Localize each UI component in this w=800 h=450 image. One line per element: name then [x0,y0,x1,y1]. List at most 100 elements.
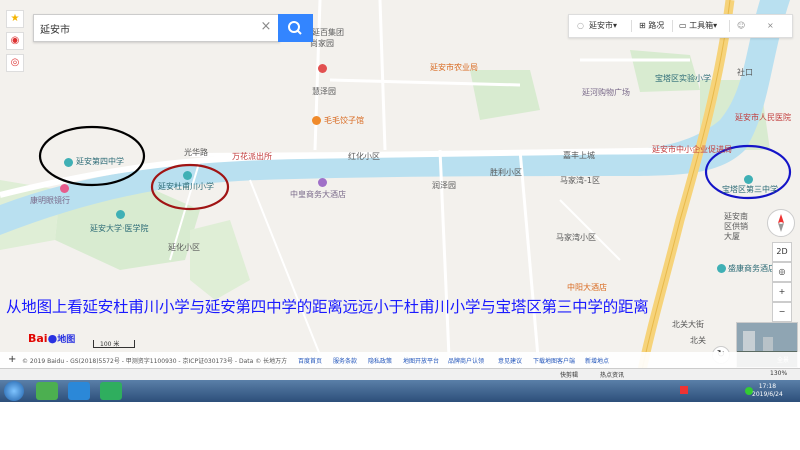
chevron-down-icon: ▾ [713,21,718,30]
city-selector[interactable]: 延安市▾ [589,15,617,37]
map-pin-icon[interactable] [318,64,327,73]
clear-icon[interactable]: × [258,19,274,35]
label-kangming[interactable]: 康明眼镜行 [30,196,70,206]
traffic-button[interactable]: ⊞ 路况 [639,15,664,37]
label-shengda[interactable]: 盛康商务酒店 [728,264,776,274]
search-button[interactable] [278,14,313,42]
label-shezi[interactable]: 社口 [737,68,753,78]
label-wanhua[interactable]: 万花派出所 [232,152,272,162]
toolbox-button[interactable]: ▭ 工具箱▾ [679,15,717,37]
annotation-text: 从地图上看延安杜甫川小学与延安第四中学的距离远远小于杜甫川小学与宝塔区第三中学的… [6,298,649,316]
label-jiachun[interactable]: 嘉丰上城 [563,151,595,161]
taskbar-clock[interactable]: 17:18 2019/6/24 [752,383,783,399]
link-add-place[interactable]: 新增地点 [585,356,609,365]
map-footer: + © 2019 Baidu - GS(2018)5572号 - 甲测资字110… [0,352,800,368]
expand-icon[interactable]: + [8,354,16,365]
location-icon[interactable]: ◎ [6,54,24,72]
link-feedback[interactable]: 意见建议 [498,356,522,365]
logo-text: Bai [28,332,48,345]
label-dufu-school[interactable]: 延安杜甫川小学 [158,182,214,192]
label-beiguan: 北关大街 [672,320,704,329]
label-people-hospital[interactable]: 延安市人民医院 [735,113,791,123]
label-maomao[interactable]: 毛毛饺子馆 [324,116,364,126]
2d-toggle-button[interactable]: 2D [772,242,792,262]
label-majiawan[interactable]: 马家湾小区 [556,233,596,243]
link-download[interactable]: 下载地图客户端 [533,356,575,365]
label-majiawan1[interactable]: 马家湾-1区 [560,176,600,186]
app-word-icon[interactable] [68,382,90,400]
link-home[interactable]: 百度首页 [298,356,322,365]
label-zhongyang[interactable]: 中阳大酒店 [567,283,607,293]
link-terms[interactable]: 服务条款 [333,356,357,365]
school-icon[interactable] [64,158,73,167]
top-toolbar: ○ 延安市▾ ⊞ 路况 ▭ 工具箱▾ ☺ × [568,14,793,38]
link-privacy[interactable]: 隐私政策 [368,356,392,365]
status-zoom[interactable]: 130% [770,370,787,377]
label-north-road: 北关 [690,336,706,345]
zoom-in-button[interactable]: + [772,282,792,302]
toolbox-icon: ▭ [679,21,687,30]
toolbox-label: 工具箱 [689,21,714,30]
logo-map-text: 地图 [57,335,76,345]
label-school4[interactable]: 延安第四中学 [76,157,124,167]
chevron-down-icon: ▾ [613,21,618,30]
windows-taskbar [0,380,800,402]
locate-button[interactable]: ◎ [772,262,792,282]
label-baota3[interactable]: 宝塔区第三中学 [722,185,778,195]
search-box[interactable]: × [33,14,280,42]
compass-icon [778,214,784,232]
label-guanghua: 光华路 [184,148,208,157]
divider [672,20,673,32]
label-yanda-med[interactable]: 延安大学·医学院 [90,224,149,234]
label-shangjia[interactable]: 尚家园 [310,39,334,49]
search-icon [288,21,302,35]
restaurant-icon[interactable] [312,116,321,125]
clock-time: 17:18 [758,383,777,390]
label-hongqi[interactable]: 红化小区 [348,152,380,162]
label-shengli[interactable]: 胜利小区 [490,168,522,178]
tray-icon[interactable] [680,386,688,394]
label-yanhe-plaza[interactable]: 延河购物广场 [582,88,630,98]
traffic-icon: ⊞ [639,21,646,30]
compass-button[interactable] [767,209,795,237]
status-hot[interactable]: 热点资讯 [600,370,624,379]
city-label: 延安市 [589,21,613,30]
eye-icon[interactable]: ◉ [6,32,24,50]
label-runze[interactable]: 润泽园 [432,181,456,191]
divider [729,20,730,32]
clock-date: 2019/6/24 [752,391,783,398]
scale-label: 100 米 [100,341,120,348]
paw-icon: ● [47,332,58,345]
label-baota-exp[interactable]: 宝塔区实验小学 [655,74,711,84]
map-canvas[interactable]: 延百集团 尚家园 延安市农业局 慧泽园 毛毛饺子馆 宝塔区实验小学 社口 延河购… [0,0,800,380]
hotel-icon[interactable] [717,264,726,273]
search-input[interactable] [40,15,240,41]
user-icon[interactable]: ☺ [737,15,745,37]
school-icon[interactable] [183,171,192,180]
school-icon[interactable] [744,175,753,184]
weather-icon: ○ [577,21,584,30]
label-huiyuan[interactable]: 慧泽园 [312,87,336,97]
close-button[interactable]: × [767,15,774,37]
baidu-logo[interactable]: Bai●地图 [28,332,75,345]
hotel-icon[interactable] [318,178,327,187]
app-sheet-icon[interactable] [100,382,122,400]
divider [631,20,632,32]
label-yanhua[interactable]: 延化小区 [168,243,200,253]
zoom-out-button[interactable]: − [772,302,792,322]
shop-icon[interactable] [60,184,69,193]
traffic-label: 路况 [648,21,665,30]
link-open-platform[interactable]: 地图开放平台 [403,356,439,365]
label-farm-bureau[interactable]: 延安市农业局 [430,63,478,73]
label-yanan-south[interactable]: 延安南区供销大厦 [724,212,754,242]
star-icon[interactable]: ★ [6,10,24,28]
school-icon[interactable] [116,210,125,219]
status-clip[interactable]: 快剪辑 [560,370,578,379]
link-merchant[interactable]: 品牌商户认领 [448,356,484,365]
label-zhonghuang[interactable]: 中皇商务大酒店 [290,190,346,200]
start-button[interactable] [4,381,24,401]
label-smb[interactable]: 延安市中小企业促进局 [652,145,732,155]
app-360-browser-icon[interactable] [36,382,58,400]
label-baibai[interactable]: 延百集团 [312,28,344,38]
copyright-text: © 2019 Baidu - GS(2018)5572号 - 甲测资字11009… [22,358,288,365]
